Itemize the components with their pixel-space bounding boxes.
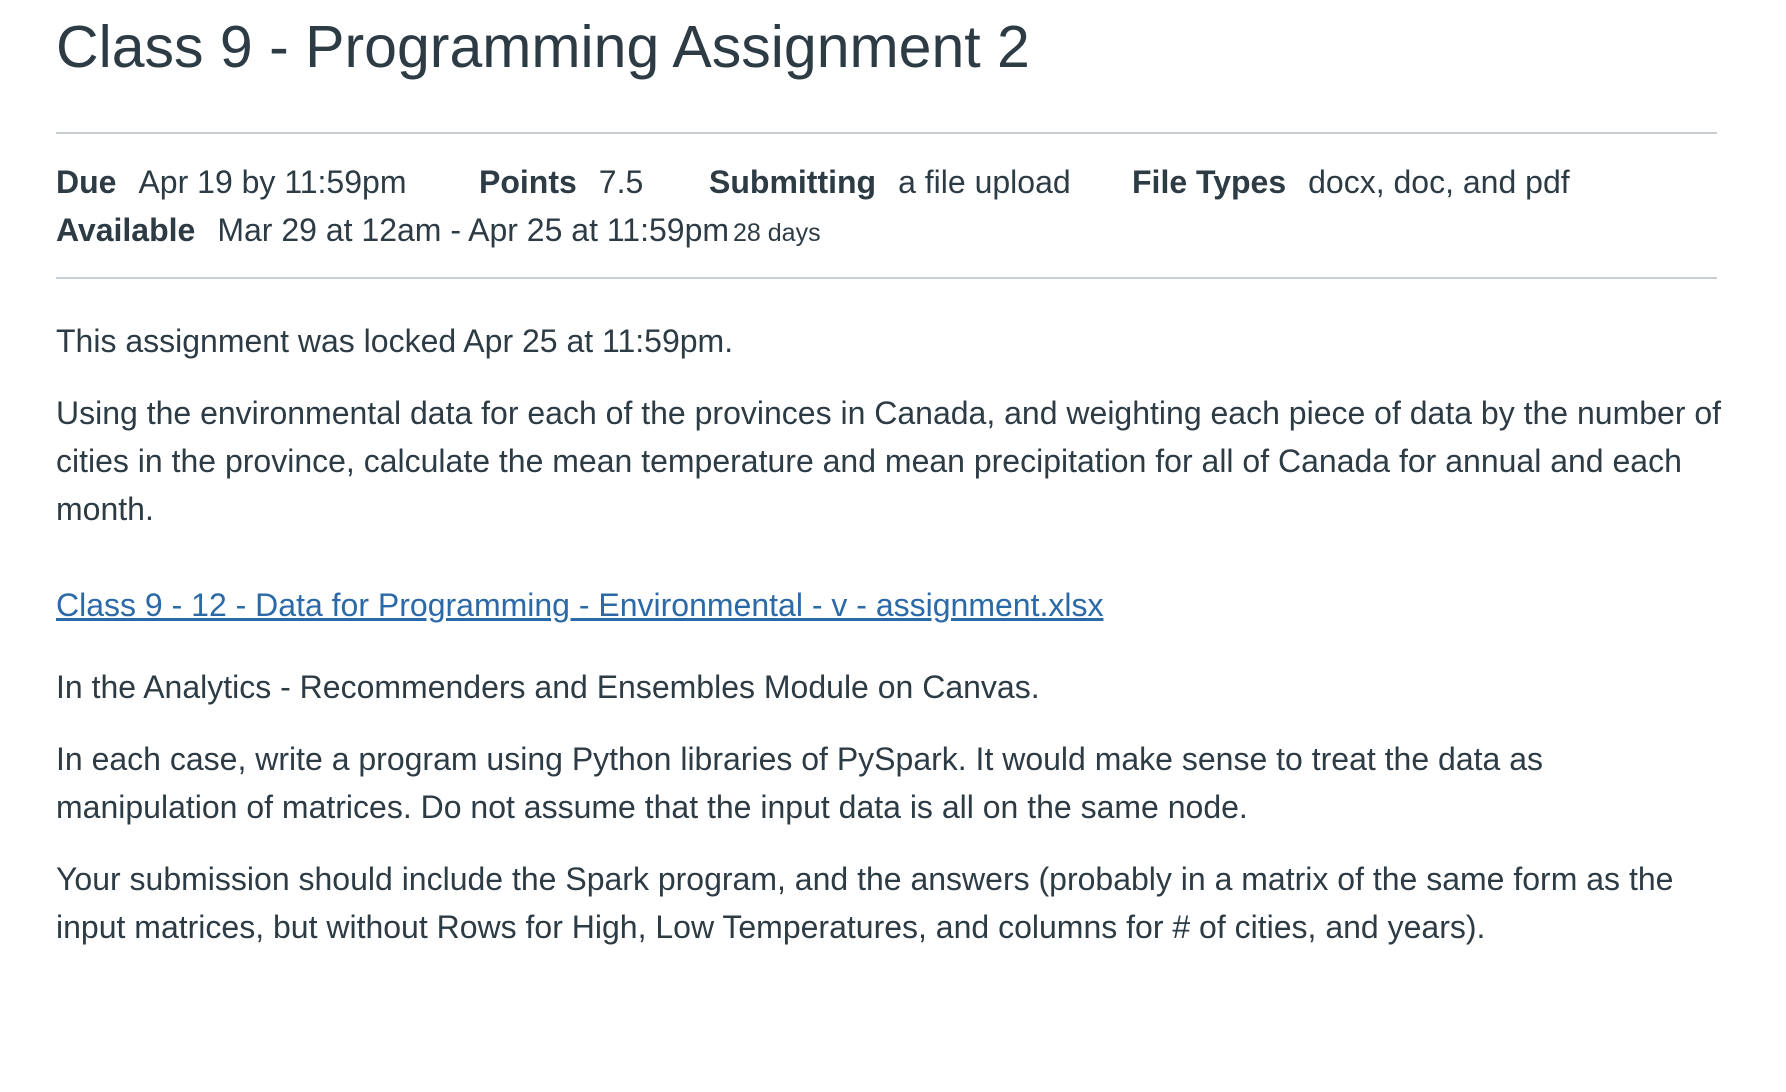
points-label: Points: [479, 164, 577, 200]
assignment-page: Class 9 - Programming Assignment 2 Due Ap…: [0, 0, 1786, 1092]
submitting-detail: Submitting a file upload: [709, 162, 1132, 202]
intro-paragraph: Using the environmental data for each of…: [56, 395, 1722, 527]
due-label: Due: [56, 164, 117, 200]
points-detail: Points 7.5: [479, 162, 709, 202]
points-value: 7.5: [598, 164, 644, 200]
assignment-description: This assignment was locked Apr 25 at 11:…: [56, 317, 1726, 975]
availability-row: Available Mar 29 at 12am - Apr 25 at 11:5…: [56, 210, 821, 253]
file-types-detail: File Types docx, doc, and pdf: [1132, 162, 1570, 202]
module-note: In the Analytics - Recommenders and Ense…: [56, 669, 1040, 705]
assignment-details-row: Due Apr 19 by 11:59pm Points 7.5 Submitting a…: [56, 162, 1570, 202]
available-days: 28 days: [733, 219, 821, 247]
submitting-label: Submitting: [709, 164, 877, 200]
due-detail: Due Apr 19 by 11:59pm: [56, 162, 479, 202]
file-types-value: docx, doc, and pdf: [1308, 164, 1570, 200]
instructions-paragraph: In each case, write a program using Pyth…: [56, 741, 1543, 825]
page-title: Class 9 - Programming Assignment 2: [56, 14, 1030, 80]
divider-top: [56, 132, 1717, 134]
divider-bottom: [56, 277, 1717, 279]
lock-notice: This assignment was locked Apr 25 at 11:…: [56, 323, 734, 359]
submission-paragraph: Your submission should include the Spark…: [56, 861, 1674, 945]
assignment-file-link[interactable]: Class 9 - 12 - Data for Programming - En…: [56, 587, 1103, 623]
available-value: Mar 29 at 12am - Apr 25 at 11:59pm: [217, 212, 730, 248]
submitting-value: a file upload: [898, 164, 1071, 200]
file-types-label: File Types: [1132, 164, 1287, 200]
available-detail: Available Mar 29 at 12am - Apr 25 at 11:5…: [56, 210, 821, 253]
available-label: Available: [56, 212, 196, 248]
file-link-paragraph: Class 9 - 12 - Data for Programming - En…: [56, 581, 1726, 629]
due-value: Apr 19 by 11:59pm: [138, 164, 407, 200]
